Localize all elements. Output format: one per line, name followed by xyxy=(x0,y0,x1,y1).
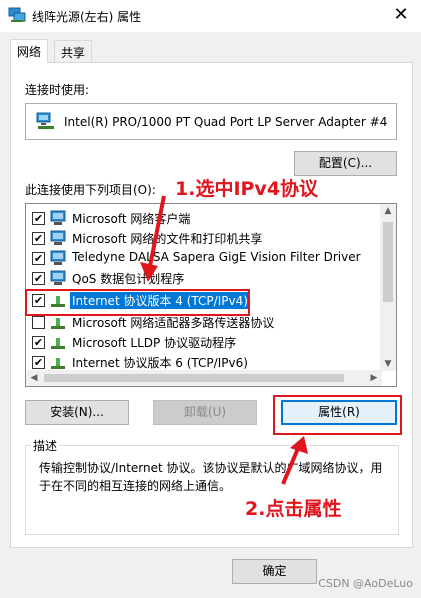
list-item-label: Microsoft LLDP 协议驱动程序 xyxy=(72,336,237,350)
list-item[interactable]: ✔ QoS 数据包计划程序 xyxy=(26,268,382,288)
connect-using-label: 连接时使用: xyxy=(25,83,90,97)
list-item[interactable]: ✔ Microsoft 网络客户端 xyxy=(26,208,382,228)
scroll-left-icon[interactable]: ◀ xyxy=(26,373,42,383)
network-client-icon xyxy=(50,250,66,265)
adapter-name: Intel(R) PRO/1000 PT Quad Port LP Server… xyxy=(64,115,388,129)
ipv4-highlight-box xyxy=(25,289,250,316)
file-printer-sharing-icon xyxy=(50,230,66,245)
items-label: 此连接使用下列项目(O): xyxy=(25,183,156,197)
list-item[interactable]: ✔ Teledyne DALSA Sapera GigE Vision Filt… xyxy=(26,248,382,268)
list-item-label: Microsoft 网络适配器多路传送器协议 xyxy=(72,316,275,330)
adapter-display: Intel(R) PRO/1000 PT Quad Port LP Server… xyxy=(25,103,397,140)
tab-network[interactable]: 网络 xyxy=(10,39,49,63)
protocol-icon xyxy=(51,338,65,349)
list-item[interactable]: ✔ Microsoft 网络的文件和打印机共享 xyxy=(26,228,382,248)
checkbox[interactable]: ✔ xyxy=(32,356,45,369)
list-item-label: QoS 数据包计划程序 xyxy=(72,272,185,286)
checkbox[interactable]: ✔ xyxy=(32,212,45,225)
properties-highlight-box xyxy=(273,395,402,435)
scroll-right-icon[interactable]: ▶ xyxy=(366,373,382,383)
scroll-thumb[interactable] xyxy=(44,374,344,382)
protocol-icon xyxy=(51,358,65,369)
window-title: 线阵光源(左右) 属性 xyxy=(32,10,142,24)
horizontal-scrollbar[interactable]: ◀ ▶ xyxy=(26,370,382,386)
watermark: CSDN @AoDeLuo xyxy=(318,577,413,590)
description-text: 传输控制协议/Internet 协议。该协议是默认的广域网络协议，用于在不同的相… xyxy=(39,461,383,493)
configure-button[interactable]: 配置(C)... xyxy=(294,151,397,176)
list-item[interactable]: ✔ Internet 协议版本 6 (TCP/IPv6) xyxy=(26,352,382,370)
annotation-step1: 1.选中IPv4协议 xyxy=(175,178,319,200)
checkbox[interactable]: ✔ xyxy=(32,272,45,285)
network-adapter-icon xyxy=(36,112,54,129)
close-button[interactable]: ✕ xyxy=(389,4,413,26)
description-legend: 描述 xyxy=(31,437,60,454)
uninstall-button[interactable]: 卸载(U) xyxy=(153,400,257,425)
scroll-up-icon[interactable]: ▲ xyxy=(380,206,396,216)
network-adapter-icon xyxy=(8,7,26,22)
ok-button[interactable]: 确定 xyxy=(232,559,317,584)
tab-sharing[interactable]: 共享 xyxy=(54,40,93,62)
list-item[interactable]: ✔ Microsoft LLDP 协议驱动程序 xyxy=(26,332,382,352)
checkbox[interactable]: ✔ xyxy=(32,232,45,245)
vertical-scrollbar[interactable]: ▲ ▼ xyxy=(380,204,396,371)
protocol-icon xyxy=(51,318,65,329)
title-bar: 线阵光源(左右) 属性 ✕ xyxy=(0,0,421,32)
list-item-label: Microsoft 网络客户端 xyxy=(72,212,191,226)
annotation-step2: 2.点击属性 xyxy=(245,498,342,520)
scroll-thumb[interactable] xyxy=(383,222,393,302)
list-item-label: Microsoft 网络的文件和打印机共享 xyxy=(72,232,263,246)
checkbox[interactable] xyxy=(32,316,45,329)
install-button[interactable]: 安装(N)... xyxy=(25,400,129,425)
network-client-icon xyxy=(50,270,66,285)
network-client-icon xyxy=(50,210,66,225)
checkbox[interactable]: ✔ xyxy=(32,252,45,265)
list-item-label: Teledyne DALSA Sapera GigE Vision Filter… xyxy=(72,250,361,264)
checkbox[interactable]: ✔ xyxy=(32,336,45,349)
scroll-down-icon[interactable]: ▼ xyxy=(380,359,396,369)
list-item-label: Internet 协议版本 6 (TCP/IPv6) xyxy=(72,356,248,370)
